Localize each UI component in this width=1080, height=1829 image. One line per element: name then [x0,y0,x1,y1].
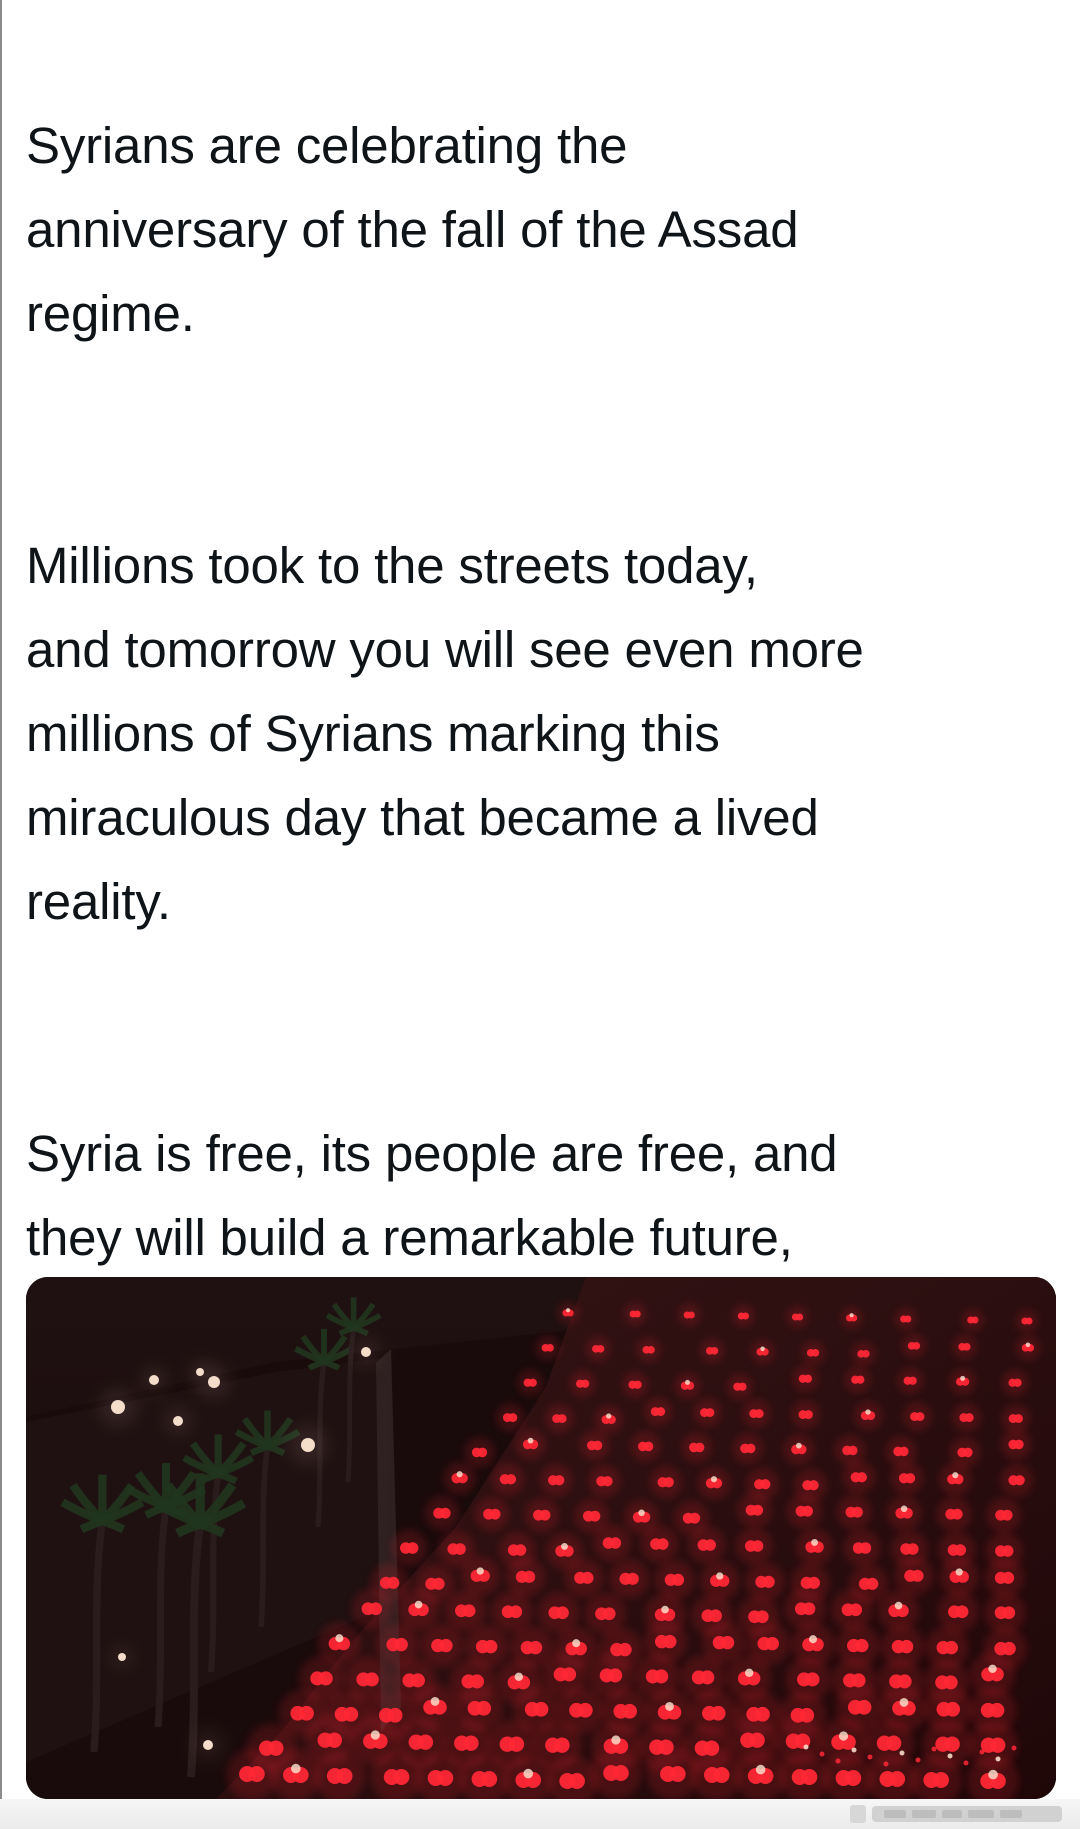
bottom-strip [0,1799,1080,1829]
tweet-photo[interactable] [26,1277,1056,1799]
tweet-paragraph-1: Syrians are celebrating the anniversary … [26,117,799,342]
tweet-paragraph-2: Millions took to the streets today, and … [26,537,864,930]
night-traffic-image [26,1277,1056,1799]
red-glow-overlay [26,1277,1056,1799]
left-border [0,0,2,1829]
watermark-mark [850,1805,1062,1823]
